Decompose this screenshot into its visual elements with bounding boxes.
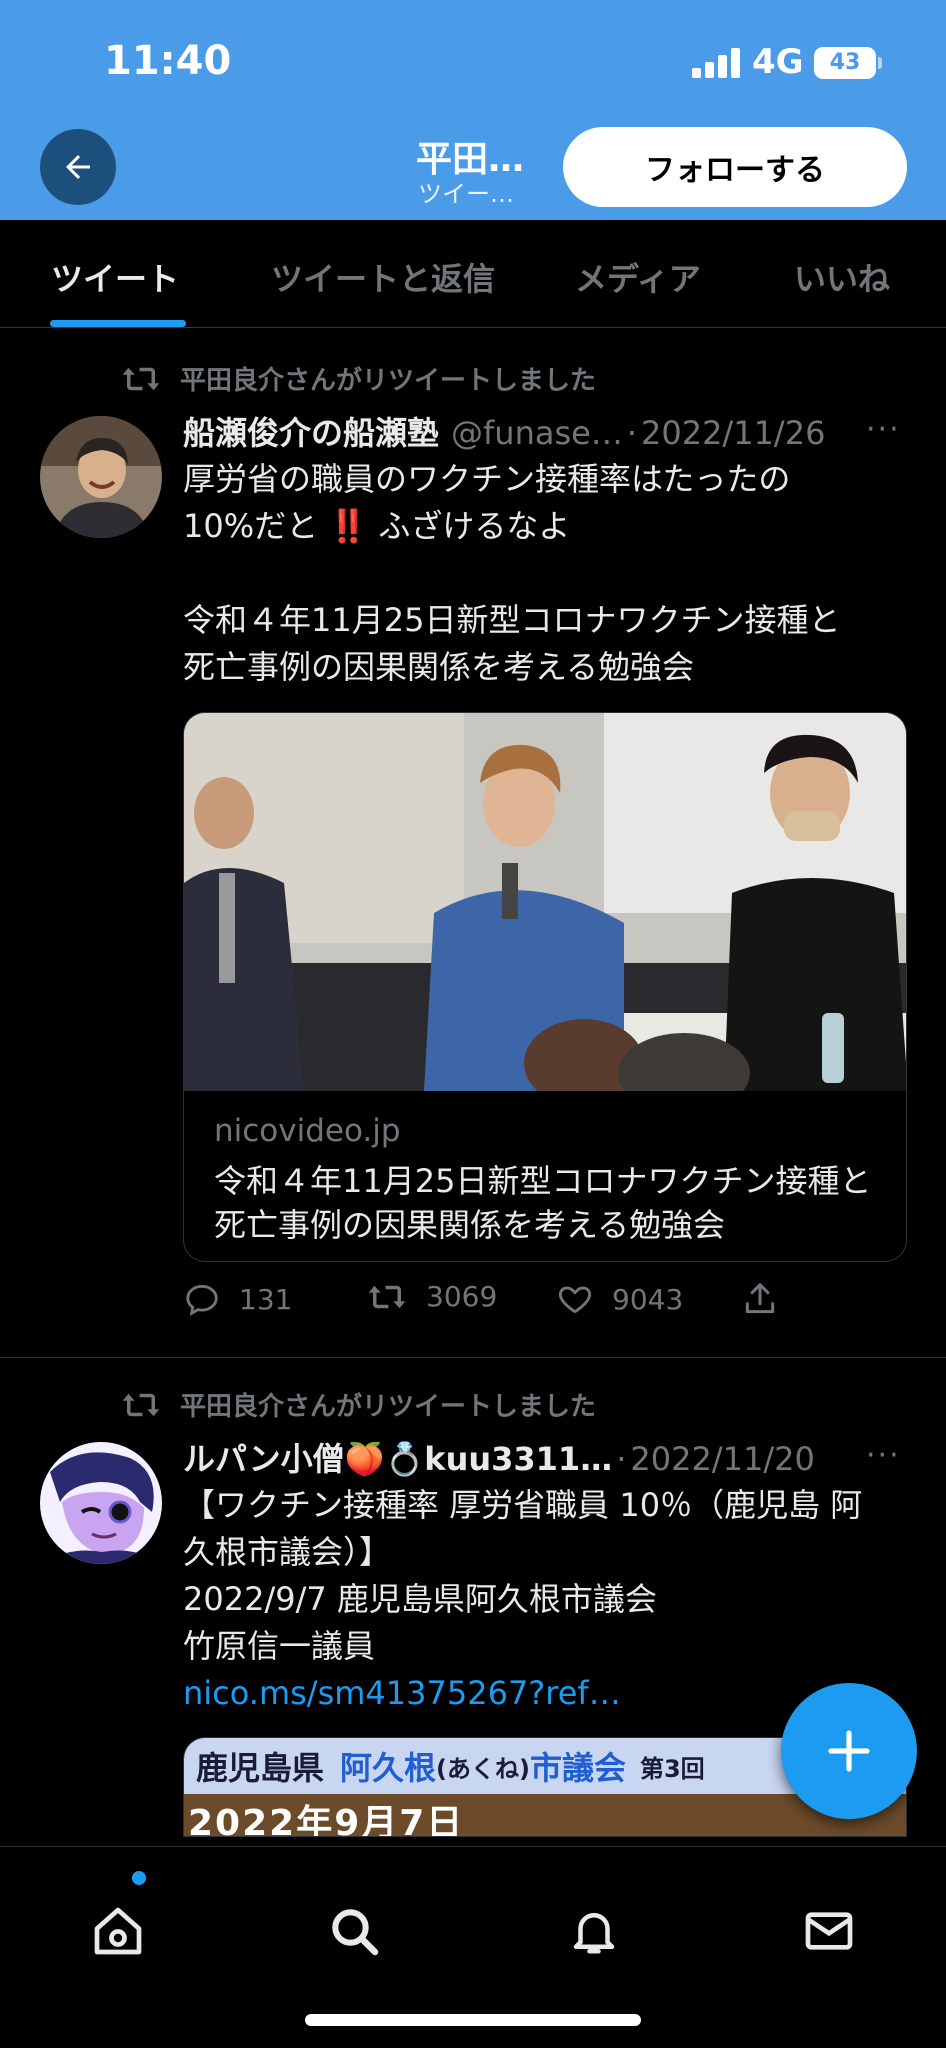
embed-text: 市議会 [529,1749,626,1787]
retweet-context: 平田良介さんがリツイートしました [120,1386,596,1423]
avatar[interactable] [40,1442,162,1564]
embed-text: 第3回 [639,1754,705,1783]
retweet-label: 平田良介さんがリツイートしました [180,1392,597,1422]
retweet-icon [122,1393,160,1416]
compose-plus-icon [828,1730,870,1772]
display-name[interactable]: ルパン小僧🍑💍kuu3311… [183,1434,612,1480]
embed-date-text: 2022年9月7日 [188,1803,465,1837]
tweet-date[interactable]: 2022/11/20 [630,1440,814,1478]
embed-text: (あくね) [436,1754,530,1783]
nav-search[interactable] [322,1899,386,1963]
tweet-text: 【ワクチン接種率 厚労省職員 10％（鹿児島 阿 久根市議会）】 2022/9/… [183,1482,903,1717]
search-icon [332,1909,379,1956]
notifications-icon [573,1913,615,1954]
new-content-dot [132,1871,146,1885]
nav-home[interactable] [86,1899,150,1963]
nav-notifications[interactable] [562,1899,626,1963]
tweet[interactable]: 平田良介さんがリツイートしました ルパン小僧🍑💍kuu3311… · 2022/… [0,0,946,1846]
tweet-text-line: 久根市議会）】 [183,1533,392,1571]
tweet-header: ルパン小僧🍑💍kuu3311… · 2022/11/20 [183,1434,815,1480]
compose-tweet-button[interactable] [781,1683,917,1819]
nav-messages[interactable] [797,1899,861,1963]
embed-text: 鹿児島県 [196,1749,325,1787]
tweet-text-line: 2022/9/7 鹿児島県阿久根市議会 [183,1580,657,1618]
embed-text: 阿久根 [340,1749,437,1787]
separator-dot: · [616,1440,627,1478]
home-indicator [305,2014,641,2026]
home-icon [94,1907,142,1955]
messages-icon [805,1912,853,1950]
tweet-text-line: 【ワクチン接種率 厚労省職員 10％（鹿児島 阿 [183,1486,863,1524]
more-options-button[interactable]: ··· [866,1438,901,1473]
tweet-text-line: 竹原信一議員 [183,1627,376,1665]
